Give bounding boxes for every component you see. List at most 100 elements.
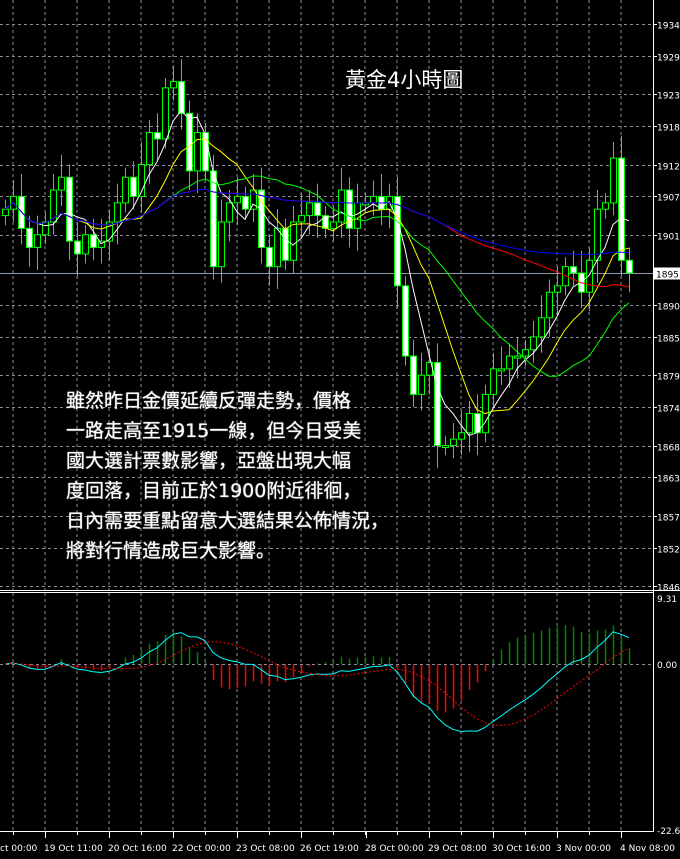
- candle-bullish: [146, 132, 153, 165]
- moving-average-line: [4, 138, 630, 415]
- candle-bullish: [234, 195, 241, 204]
- price-tick-label: 1929: [657, 54, 680, 64]
- candle-bearish: [210, 170, 217, 268]
- price-tick-label: 1923: [657, 92, 680, 102]
- time-tick-label: 23 Oct 08:00: [236, 844, 295, 854]
- candle-bearish: [314, 202, 321, 217]
- current-price-label: 1895: [656, 271, 679, 281]
- candle-bearish: [394, 195, 401, 287]
- candle-bullish: [546, 291, 553, 319]
- chart-title: 黃金4小時圖: [345, 68, 464, 92]
- candle-bullish: [162, 87, 169, 140]
- candle-bearish: [74, 240, 81, 255]
- candle-bullish: [34, 234, 41, 249]
- candle-bullish: [42, 221, 49, 236]
- macd-main-line: [4, 631, 630, 733]
- candle-bearish: [242, 195, 249, 210]
- candle-bullish: [370, 195, 377, 204]
- candle-bullish: [354, 202, 361, 229]
- price-tick-label: 1885: [657, 335, 680, 345]
- time-tick-label: 22 Oct 00:00: [172, 844, 231, 854]
- candle-bullish: [602, 202, 609, 210]
- candle-bearish: [402, 285, 409, 357]
- time-tick-label: ct 00:00: [0, 844, 38, 854]
- macd-axis-label: 0.00: [657, 661, 677, 671]
- price-tick-label: 1907: [657, 194, 680, 204]
- candle-bullish: [450, 438, 457, 447]
- candle-bullish: [2, 208, 9, 217]
- time-tick-label: 3 Nov 00:00: [556, 844, 611, 854]
- candle-bearish: [154, 132, 161, 140]
- candle-bullish: [458, 432, 465, 440]
- price-tick-label: 1852: [657, 546, 680, 556]
- annotation-line: 將對行情造成巨大影響。: [66, 540, 276, 562]
- time-tick-label: 20 Oct 16:00: [108, 844, 167, 854]
- candle-bullish: [466, 413, 473, 434]
- price-tick-label: 1901: [657, 233, 680, 243]
- candle-bullish: [514, 355, 521, 359]
- candle-bullish: [218, 221, 225, 268]
- annotation-line: 雖然昨日金價延續反彈走勢，價格: [66, 390, 352, 412]
- macd-axis-label: 9.31: [657, 595, 677, 605]
- candle-bullish: [306, 202, 313, 217]
- annotation-line: 國大選計票數影響，亞盤出現大幅: [66, 450, 352, 472]
- candle-bearish: [618, 157, 625, 261]
- candle-bullish: [594, 208, 601, 261]
- candle-bearish: [410, 355, 417, 395]
- price-tick-label: 1846: [657, 584, 680, 594]
- macd-signal-line: [4, 641, 630, 727]
- price-tick-label: 1874: [657, 405, 680, 415]
- candle-bearish: [570, 266, 577, 274]
- price-tick-label: 1863: [657, 475, 680, 485]
- candle-bearish: [434, 361, 441, 446]
- price-tick-label: 1918: [657, 124, 680, 134]
- candle-bullish: [274, 227, 281, 268]
- candle-bearish: [178, 80, 185, 114]
- annotation-line: 度回落，目前正於1900附近徘徊，: [66, 480, 362, 502]
- time-tick-label: 28 Oct 00:00: [365, 844, 424, 854]
- candle-bullish: [530, 336, 537, 351]
- candle-bullish: [298, 215, 305, 223]
- candle-bearish: [266, 247, 273, 268]
- time-tick-label: 30 Oct 16:00: [492, 844, 551, 854]
- price-tick-label: 1890: [657, 303, 680, 313]
- candle-bullish: [330, 221, 337, 229]
- candle-bullish: [490, 368, 497, 395]
- candle-bearish: [322, 215, 329, 229]
- candle-bullish: [338, 189, 345, 223]
- price-tick-label: 1934: [657, 22, 680, 32]
- candle-bullish: [58, 176, 65, 191]
- candle-bullish: [442, 445, 449, 448]
- candle-bullish: [506, 355, 513, 370]
- time-tick-label: 4 Nov 08:00: [620, 844, 675, 854]
- candle-bearish: [26, 227, 33, 249]
- candle-bullish: [418, 374, 425, 395]
- candle-bullish: [498, 368, 505, 372]
- annotation-line: 日內需要重點留意大選結果公佈情況，: [66, 510, 390, 532]
- candle-bearish: [282, 227, 289, 261]
- candle-bullish: [114, 202, 121, 223]
- macd-axis-label: -22.6: [657, 827, 680, 837]
- candle-bullish: [194, 132, 201, 172]
- candle-bearish: [66, 176, 73, 242]
- price-tick-label: 1879: [657, 373, 680, 383]
- candle-bullish: [82, 234, 89, 255]
- candle-bullish: [226, 202, 233, 223]
- candle-bearish: [186, 112, 193, 172]
- candle-bearish: [90, 234, 97, 249]
- time-tick-label: 29 Oct 08:00: [428, 844, 487, 854]
- candle-bullish: [170, 80, 177, 89]
- time-tick-label: 19 Oct 11:00: [44, 844, 103, 854]
- price-tick-label: 1868: [657, 444, 680, 454]
- candle-bearish: [130, 176, 137, 197]
- candle-bullish: [290, 221, 297, 261]
- time-tick-label: 26 Oct 19:00: [300, 844, 359, 854]
- candle-bullish: [610, 157, 617, 204]
- candle-bullish: [538, 317, 545, 338]
- annotation-line: 一路走高至1915一線，但今日受美: [66, 420, 362, 442]
- price-tick-label: 1912: [657, 163, 680, 173]
- candle-bullish: [522, 349, 529, 357]
- price-tick-label: 1857: [657, 514, 680, 524]
- analysis-annotation: 雖然昨日金價延續反彈走勢，價格 一路走高至1915一線，但今日受美 國大選計票數…: [66, 386, 389, 566]
- candle-bullish: [122, 176, 129, 204]
